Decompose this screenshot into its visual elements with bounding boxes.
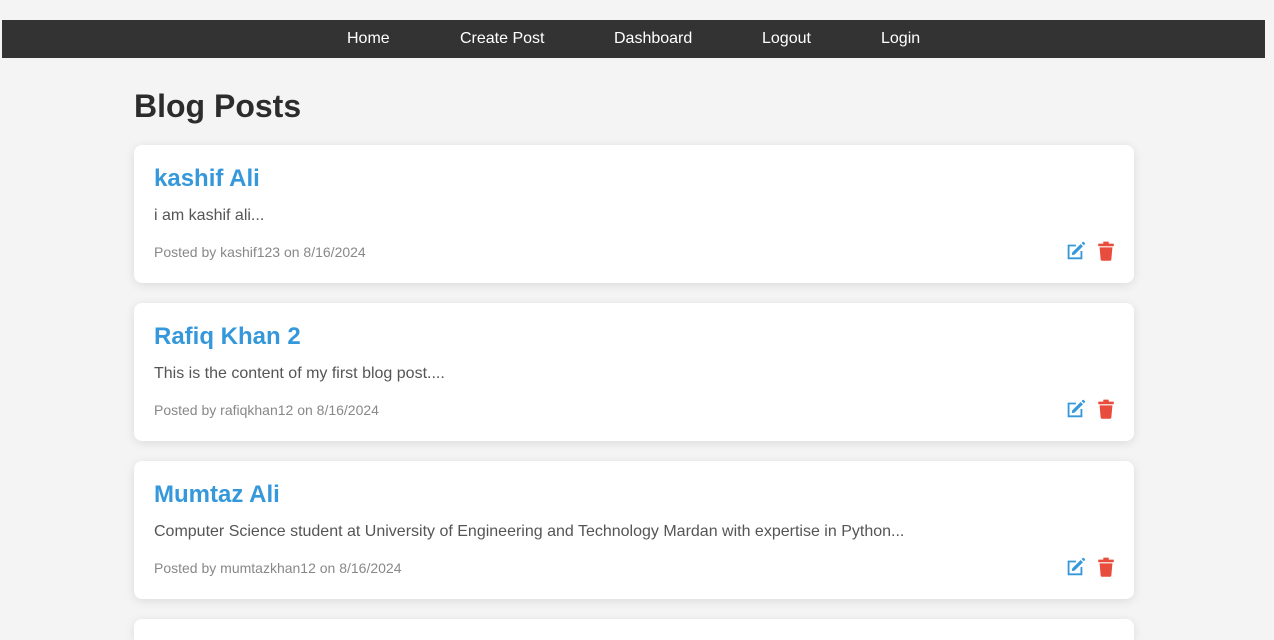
nav-login-link[interactable]: Login — [881, 20, 920, 58]
delete-post-button[interactable] — [1095, 398, 1117, 420]
edit-icon — [1067, 399, 1086, 418]
post-card: Mumtaz Ali Computer Science student at U… — [134, 461, 1134, 599]
post-card — [134, 619, 1134, 640]
trash-icon — [1098, 399, 1114, 419]
post-title[interactable]: Rafiq Khan 2 — [154, 323, 301, 351]
post-title[interactable]: Mumtaz Ali — [154, 481, 280, 509]
post-card: Rafiq Khan 2 This is the content of my f… — [134, 303, 1134, 441]
post-meta: Posted by rafiqkhan12 on 8/16/2024 — [154, 402, 379, 418]
top-navbar: Home Create Post Dashboard Logout Login — [2, 20, 1265, 58]
edit-icon — [1067, 557, 1086, 576]
nav-create-post-link[interactable]: Create Post — [460, 20, 544, 58]
post-excerpt: Computer Science student at University o… — [154, 523, 905, 540]
delete-post-button[interactable] — [1095, 556, 1117, 578]
edit-post-button[interactable] — [1064, 556, 1086, 578]
delete-post-button[interactable] — [1095, 240, 1117, 262]
post-title[interactable]: kashif Ali — [154, 165, 260, 193]
post-excerpt: This is the content of my first blog pos… — [154, 365, 445, 382]
nav-logout-link[interactable]: Logout — [762, 20, 811, 58]
page-title: Blog Posts — [134, 88, 302, 124]
trash-icon — [1098, 557, 1114, 577]
nav-dashboard-link[interactable]: Dashboard — [614, 20, 692, 58]
post-meta: Posted by kashif123 on 8/16/2024 — [154, 244, 366, 260]
trash-icon — [1098, 241, 1114, 261]
edit-post-button[interactable] — [1064, 398, 1086, 420]
edit-post-button[interactable] — [1064, 240, 1086, 262]
post-card: kashif Ali i am kashif ali... Posted by … — [134, 145, 1134, 283]
edit-icon — [1067, 241, 1086, 260]
post-excerpt: i am kashif ali... — [154, 207, 265, 224]
nav-home-link[interactable]: Home — [347, 20, 390, 58]
post-meta: Posted by mumtazkhan12 on 8/16/2024 — [154, 560, 402, 576]
